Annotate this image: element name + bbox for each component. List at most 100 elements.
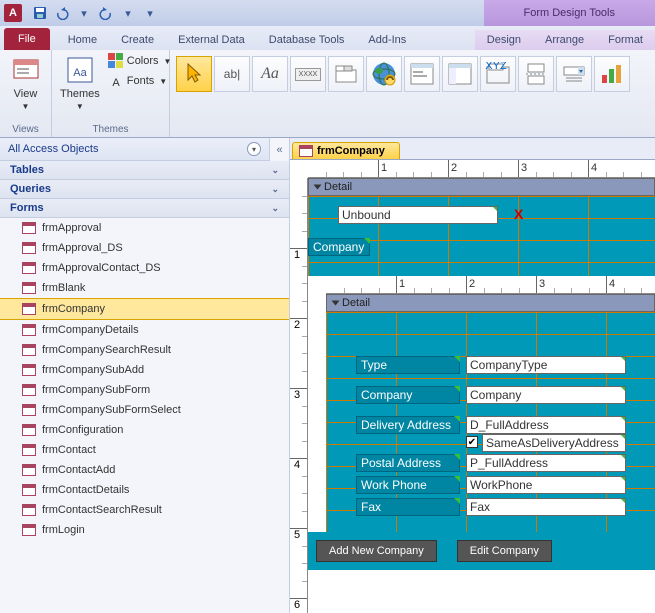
undo-icon[interactable]	[52, 3, 72, 23]
nav-group-forms[interactable]: Forms⌄	[0, 199, 289, 218]
form-canvas-header[interactable]: Unbound X Company	[308, 196, 655, 276]
nav-item-frmapproval_ds[interactable]: frmApproval_DS	[0, 238, 289, 258]
nav-item-frmcompany[interactable]: frmCompany	[0, 298, 289, 320]
control-pagebreak[interactable]	[518, 56, 554, 92]
field-company[interactable]: Company	[466, 386, 626, 404]
control-textbox[interactable]: ab|	[214, 56, 250, 92]
label-delivery-address[interactable]: Delivery Address	[356, 416, 460, 434]
nav-item-frmcompanydetails[interactable]: frmCompanyDetails	[0, 320, 289, 340]
nav-search-icon[interactable]: ▾	[247, 142, 261, 156]
tab-create[interactable]: Create	[109, 30, 166, 50]
tab-arrange[interactable]: Arrange	[533, 30, 596, 50]
form-icon	[22, 324, 36, 336]
nav-item-frmcontactsearchresult[interactable]: frmContactSearchResult	[0, 500, 289, 520]
close-x-label[interactable]: X	[514, 206, 523, 222]
nav-item-label: frmConfiguration	[42, 424, 123, 436]
qat-customize-icon[interactable]: ▾	[140, 3, 160, 23]
nav-item-frmlogin[interactable]: frmLogin	[0, 520, 289, 540]
label-company-tab[interactable]: Company	[308, 238, 370, 256]
nav-collapse-button[interactable]: «	[269, 138, 289, 161]
control-button[interactable]: XXXX	[290, 56, 326, 92]
tab-add-ins[interactable]: Add-Ins	[356, 30, 418, 50]
subform-section-bar-detail[interactable]: Detail	[326, 294, 655, 312]
document-tab-frmcompany[interactable]: frmCompany	[292, 142, 400, 159]
nav-group-queries[interactable]: Queries⌄	[0, 180, 289, 199]
svg-text:XYZ: XYZ	[485, 62, 507, 72]
colors-button[interactable]: Colors▼	[106, 52, 174, 70]
nav-group-tables[interactable]: Tables⌄	[0, 161, 289, 180]
form-icon	[22, 524, 36, 536]
field-work-phone[interactable]: WorkPhone	[466, 476, 626, 494]
nav-item-frmcompanysearchresult[interactable]: frmCompanySearchResult	[0, 340, 289, 360]
tab-home[interactable]: Home	[56, 30, 109, 50]
form-icon	[22, 222, 36, 234]
subform-canvas[interactable]: Type CompanyType Company Company Deliver…	[326, 312, 655, 532]
tab-database-tools[interactable]: Database Tools	[257, 30, 357, 50]
field-fax[interactable]: Fax	[466, 498, 626, 516]
themes-icon: Aa	[64, 54, 96, 86]
control-hyperlink[interactable]	[366, 56, 402, 92]
control-tab[interactable]	[328, 56, 364, 92]
tab-format[interactable]: Format	[596, 30, 655, 50]
view-icon	[10, 54, 42, 86]
nav-item-label: frmCompany	[42, 303, 105, 315]
nav-item-frmblank[interactable]: frmBlank	[0, 278, 289, 298]
control-label[interactable]: Aa	[252, 56, 288, 92]
label-postal-address[interactable]: Postal Address	[356, 454, 460, 472]
control-webbrowser[interactable]	[404, 56, 440, 92]
control-select[interactable]	[176, 56, 212, 92]
redo-dropdown-icon[interactable]: ▾	[118, 3, 138, 23]
form-icon	[22, 344, 36, 356]
nav-item-frmconfiguration[interactable]: frmConfiguration	[0, 420, 289, 440]
undo-dropdown-icon[interactable]: ▾	[74, 3, 94, 23]
nav-item-frmcontact[interactable]: frmContact	[0, 440, 289, 460]
vertical-ruler[interactable]: 1234567891011	[290, 178, 308, 613]
section-bar-detail[interactable]: Detail	[308, 178, 655, 196]
form-icon	[22, 484, 36, 496]
nav-item-frmcompanysubformselect[interactable]: frmCompanySubFormSelect	[0, 400, 289, 420]
nav-item-frmapproval[interactable]: frmApproval	[0, 218, 289, 238]
label-work-phone[interactable]: Work Phone	[356, 476, 460, 494]
add-new-company-button[interactable]: Add New Company	[316, 540, 437, 562]
edit-company-button[interactable]: Edit Company	[457, 540, 552, 562]
nav-header[interactable]: All Access Objects ▾	[0, 138, 269, 161]
control-navigation[interactable]	[442, 56, 478, 92]
chevron-icon: ⌄	[271, 184, 279, 195]
textbox-unbound[interactable]: Unbound	[338, 206, 498, 224]
form-design-surface[interactable]: 1234567891011 Detail Unbound X Company 1…	[290, 178, 655, 613]
group-views-label: Views	[6, 124, 45, 135]
control-optiongroup[interactable]: XYZ	[480, 56, 516, 92]
themes-button[interactable]: Aa Themes ▼	[58, 52, 102, 113]
label-type[interactable]: Type	[356, 356, 460, 374]
tab-external-data[interactable]: External Data	[166, 30, 257, 50]
field-postal-address[interactable]: P_FullAddress	[466, 454, 626, 472]
context-tab-title: Form Design Tools	[484, 0, 655, 26]
nav-item-frmapprovalcontact_ds[interactable]: frmApprovalContact_DS	[0, 258, 289, 278]
nav-item-label: frmCompanyDetails	[42, 324, 139, 336]
save-icon[interactable]	[30, 3, 50, 23]
nav-item-frmcontactadd[interactable]: frmContactAdd	[0, 460, 289, 480]
view-button[interactable]: View ▼	[6, 52, 45, 113]
label-company[interactable]: Company	[356, 386, 460, 404]
form-icon	[299, 145, 313, 157]
fonts-button[interactable]: A Fonts▼	[106, 72, 174, 90]
control-chart[interactable]	[594, 56, 630, 92]
horizontal-ruler[interactable]: 12345678	[308, 160, 655, 178]
redo-icon[interactable]	[96, 3, 116, 23]
tab-design[interactable]: Design	[475, 30, 533, 50]
nav-item-frmcontactdetails[interactable]: frmContactDetails	[0, 480, 289, 500]
label-fax[interactable]: Fax	[356, 498, 460, 516]
nav-item-label: frmContactAdd	[42, 464, 115, 476]
field-sameasdelivery[interactable]: SameAsDeliveryAddress	[482, 434, 626, 452]
app-icon: A	[4, 4, 22, 22]
nav-item-frmcompanysubadd[interactable]: frmCompanySubAdd	[0, 360, 289, 380]
control-combobox[interactable]	[556, 56, 592, 92]
field-companytype[interactable]: CompanyType	[466, 356, 626, 374]
field-delivery-address[interactable]: D_FullAddress	[466, 416, 626, 434]
group-views: View ▼ Views	[0, 50, 52, 137]
subform-horizontal-ruler[interactable]: 12345678	[326, 276, 655, 294]
checkbox-sameas[interactable]: ✔	[466, 436, 478, 448]
tab-file[interactable]: File	[4, 28, 50, 50]
nav-item-frmcompanysubform[interactable]: frmCompanySubForm	[0, 380, 289, 400]
document-tab-label: frmCompany	[317, 145, 385, 157]
